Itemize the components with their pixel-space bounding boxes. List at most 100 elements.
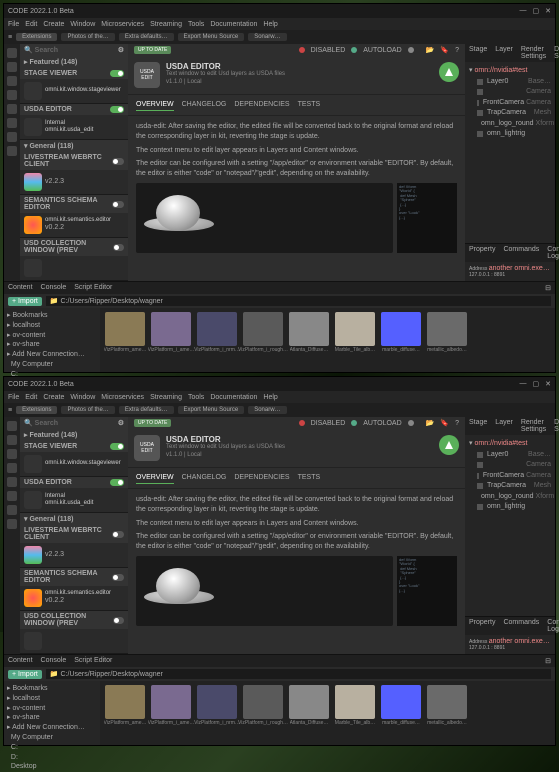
thumb-2[interactable]: VizPlatform_i_nrm… (196, 685, 238, 741)
thumb-1[interactable]: VizPlatform_i_ame… (150, 685, 192, 741)
open-icon[interactable]: 📂 (426, 419, 435, 427)
tab-Extra defaults…[interactable]: Extra defaults… (119, 33, 174, 41)
activity-icon-7[interactable] (7, 146, 17, 156)
activity-icon-7[interactable] (7, 519, 17, 529)
btree-1[interactable]: ▸ localhost (7, 321, 97, 331)
maximize-icon[interactable]: ▢ (533, 7, 540, 15)
rtab-Stage[interactable]: Stage (465, 44, 491, 62)
menu-file[interactable]: File (8, 21, 19, 28)
toggle-3[interactable] (112, 158, 124, 165)
section-general[interactable]: ▾ General (118) (20, 140, 128, 152)
import-button[interactable]: + Import (8, 670, 42, 679)
ext-item-5[interactable] (20, 256, 128, 280)
detail-tab-TESTS[interactable]: TESTS (298, 99, 321, 111)
maximize-icon[interactable]: ▢ (533, 380, 540, 388)
featured-header[interactable]: ▸ Featured (148) (20, 56, 128, 68)
btab-Script Editor[interactable]: Script Editor (74, 657, 112, 665)
ptab-Console Log[interactable]: Console Log (543, 617, 559, 635)
btree-5[interactable]: My Computer (7, 360, 97, 370)
tab-Sonarw…[interactable]: Sonarw… (248, 33, 286, 41)
menu-edit[interactable]: Edit (25, 394, 37, 401)
tree-item-1[interactable]: Camera (469, 460, 551, 471)
search-input[interactable]: 🔍 Search (24, 46, 58, 54)
filter-icon[interactable]: ⚙ (118, 419, 124, 427)
ptab-Commands[interactable]: Commands (499, 244, 543, 262)
ptab-Property[interactable]: Property (465, 617, 499, 635)
btab-Content[interactable]: Content (8, 657, 33, 665)
btree-1[interactable]: ▸ localhost (7, 694, 97, 704)
activity-icon-2[interactable] (7, 76, 17, 86)
tree-item-5[interactable]: omn_lightrig (469, 502, 551, 513)
menu-documentation[interactable]: Documentation (210, 21, 257, 28)
tree-item-0[interactable]: Layer0Base… (469, 77, 551, 88)
menu-create[interactable]: Create (43, 394, 64, 401)
activity-icon-2[interactable] (7, 449, 17, 459)
thumb-7[interactable]: metallic_albedo… (426, 685, 468, 741)
tree-item-4[interactable]: omn_logo_roundXform (469, 492, 551, 503)
minimize-icon[interactable]: — (520, 380, 527, 388)
menu-microservices[interactable]: Microservices (101, 394, 144, 401)
ext-item-5[interactable] (20, 629, 128, 653)
activity-icon-3[interactable] (7, 463, 17, 473)
rtab-Stage[interactable]: Stage (465, 417, 491, 435)
activity-icon-6[interactable] (7, 132, 17, 142)
toggle-5[interactable] (113, 244, 124, 251)
tag-icon[interactable]: 🔖 (440, 46, 449, 54)
tree-item-1[interactable]: Camera (469, 87, 551, 98)
featured-header[interactable]: ▸ Featured (148) (20, 429, 128, 441)
btab-close-icon[interactable]: ⊟ (545, 657, 551, 665)
menu-help[interactable]: Help (263, 394, 277, 401)
menu-file[interactable]: File (8, 394, 19, 401)
rtab-Layer[interactable]: Layer (491, 417, 517, 435)
menu-create[interactable]: Create (43, 21, 64, 28)
activity-icon-5[interactable] (7, 491, 17, 501)
tree-item-2[interactable]: FrontCameraCamera (469, 98, 551, 109)
detail-tab-DEPENDENCIES[interactable]: DEPENDENCIES (234, 472, 289, 484)
ext-item-4[interactable]: omni.kit.semantics.editorv0.2.2 (20, 586, 128, 610)
install-icon[interactable] (439, 435, 459, 455)
detail-tab-OVERVIEW[interactable]: OVERVIEW (136, 472, 174, 484)
menu-window[interactable]: Window (70, 21, 95, 28)
thumb-4[interactable]: Atlanta_Diffuse… (288, 312, 330, 368)
install-icon[interactable] (439, 62, 459, 82)
ext-item-1[interactable]: Internalomni.kit.usda_edit (20, 115, 128, 139)
tree-item-0[interactable]: Layer0Base… (469, 450, 551, 461)
btree-2[interactable]: ▸ ov-content (7, 704, 97, 714)
detail-tab-CHANGELOG[interactable]: CHANGELOG (182, 472, 227, 484)
ptab-Property[interactable]: Property (465, 244, 499, 262)
btab-Script Editor[interactable]: Script Editor (74, 284, 112, 292)
path-input[interactable]: 📁 C:/Users/Ripper/Desktop/wagner (46, 296, 551, 306)
thumb-1[interactable]: VizPlatform_i_ame… (150, 312, 192, 368)
menu-tools[interactable]: Tools (188, 21, 204, 28)
ext-item-0[interactable]: omni.kit.window.stageviewer (20, 452, 128, 476)
btree-2[interactable]: ▸ ov-content (7, 331, 97, 341)
menu-streaming[interactable]: Streaming (150, 394, 182, 401)
detail-tab-CHANGELOG[interactable]: CHANGELOG (182, 99, 227, 111)
btab-Console[interactable]: Console (41, 657, 67, 665)
thumb-4[interactable]: Atlanta_Diffuse… (288, 685, 330, 741)
menu-documentation[interactable]: Documentation (210, 394, 257, 401)
toggle-0[interactable] (110, 443, 124, 450)
btab-Console[interactable]: Console (41, 284, 67, 292)
thumb-3[interactable]: VizPlatform_i_rough… (242, 312, 284, 368)
ptab-Commands[interactable]: Commands (499, 617, 543, 635)
tree-item-3[interactable]: TrapCameraMesh (469, 481, 551, 492)
tree-item-4[interactable]: omn_logo_roundXform (469, 119, 551, 130)
tab-Export Menu Source[interactable]: Export Menu Source (178, 406, 245, 414)
tab-Export Menu Source[interactable]: Export Menu Source (178, 33, 245, 41)
btree-0[interactable]: ▸ Bookmarks (7, 311, 97, 321)
tab-Sonarw…[interactable]: Sonarw… (248, 406, 286, 414)
menu-help[interactable]: Help (263, 21, 277, 28)
detail-tab-DEPENDENCIES[interactable]: DEPENDENCIES (234, 99, 289, 111)
thumb-2[interactable]: VizPlatform_i_nrm… (196, 312, 238, 368)
tree-root[interactable]: ▾ omn://nvidia#test (469, 439, 551, 450)
ext-item-3[interactable]: v2.2.3 (20, 543, 128, 567)
section-general[interactable]: ▾ General (118) (20, 513, 128, 525)
btree-5[interactable]: My Computer (7, 733, 97, 743)
path-input[interactable]: 📁 C:/Users/Ripper/Desktop/wagner (46, 669, 551, 679)
activity-icon-6[interactable] (7, 505, 17, 515)
help-icon[interactable]: ? (455, 47, 459, 54)
search-input[interactable]: 🔍 Search (24, 419, 58, 427)
thumb-0[interactable]: VizPlatform_ame… (104, 685, 146, 741)
toggle-1[interactable] (110, 106, 124, 113)
